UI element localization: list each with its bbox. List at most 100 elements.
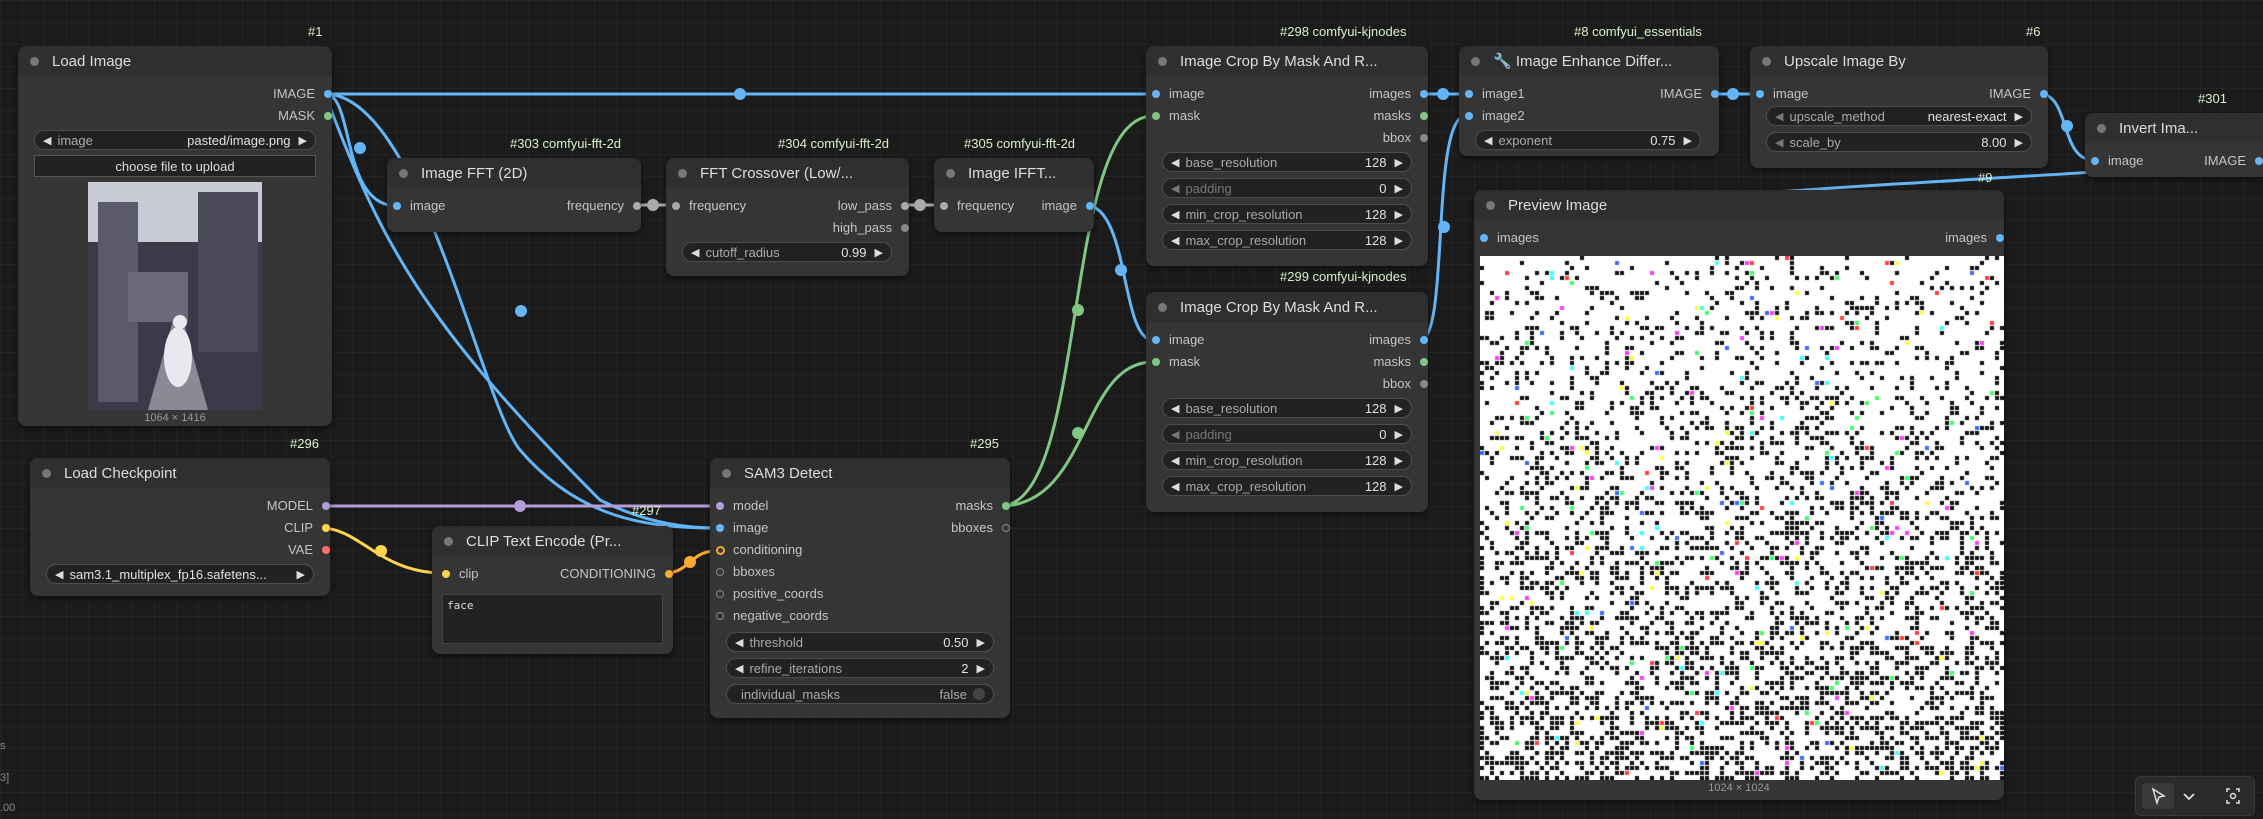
input-pin-icon[interactable] — [1756, 90, 1764, 98]
output-masks[interactable]: masks — [1373, 354, 1428, 369]
cutoff-radius-widget[interactable]: ◀ cutoff_radius 0.99 ▶ — [682, 242, 892, 262]
output-pin-icon[interactable] — [322, 502, 330, 510]
output-pin-icon[interactable] — [2040, 90, 2048, 98]
input-pin-icon[interactable] — [716, 612, 724, 620]
image-fft-node[interactable]: Image FFT (2D) image frequency — [387, 158, 641, 232]
image-ifft-node[interactable]: Image IFFT... frequency image — [934, 158, 1094, 232]
output-masks[interactable]: masks — [1373, 108, 1428, 123]
input-pin-icon[interactable] — [1480, 234, 1488, 242]
output-pin-icon[interactable] — [1420, 336, 1428, 344]
arrow-right-icon[interactable]: ▶ — [875, 246, 883, 259]
input-model[interactable]: model — [716, 498, 768, 513]
output-image[interactable]: IMAGE — [1989, 86, 2048, 101]
output-pin-icon[interactable] — [1420, 112, 1428, 120]
refine-iterations-widget[interactable]: ◀ refine_iterations 2 ▶ — [726, 658, 994, 678]
input-image[interactable]: image — [1152, 86, 1204, 101]
output-pin-icon[interactable] — [324, 112, 332, 120]
output-image[interactable]: image — [1042, 198, 1094, 213]
input-frequency[interactable]: frequency — [940, 198, 1014, 213]
output-pin-icon[interactable] — [1002, 502, 1010, 510]
input-pin-icon[interactable] — [716, 568, 724, 576]
arrow-left-icon[interactable]: ◀ — [691, 246, 699, 259]
output-pin-icon[interactable] — [1086, 202, 1094, 210]
arrow-right-icon[interactable]: ▶ — [299, 134, 307, 147]
toggle-off-icon[interactable] — [973, 688, 985, 700]
arrow-left-icon[interactable]: ◀ — [55, 568, 63, 581]
node-title[interactable]: 🔧 Image Enhance Differ... — [1459, 46, 1719, 76]
output-bbox[interactable]: bbox — [1383, 130, 1428, 145]
input-mask[interactable]: mask — [1152, 354, 1200, 369]
crop-by-mask-node-299[interactable]: Image Crop By Mask And R... image mask i… — [1146, 292, 1428, 512]
input-image1[interactable]: image1 — [1465, 86, 1525, 101]
arrow-left-icon[interactable]: ◀ — [1775, 136, 1783, 149]
node-title[interactable]: SAM3 Detect — [710, 458, 1010, 488]
arrow-left-icon[interactable]: ◀ — [735, 662, 743, 675]
input-image[interactable]: image — [393, 198, 445, 213]
arrow-left-icon[interactable]: ◀ — [1171, 234, 1179, 247]
output-images[interactable]: images — [1369, 332, 1428, 347]
preview-image-node[interactable]: Preview Image images images 1024 × 1024 — [1474, 190, 2004, 800]
input-pin-icon[interactable] — [1465, 90, 1473, 98]
output-vae[interactable]: VAE — [288, 542, 330, 557]
arrow-right-icon[interactable]: ▶ — [1395, 428, 1403, 441]
collapse-dot-icon[interactable] — [1158, 302, 1167, 312]
tool-menu-chevron[interactable] — [2178, 783, 2200, 809]
max-crop-resolution-widget[interactable]: ◀ max_crop_resolution 128 ▶ — [1162, 230, 1412, 250]
input-image[interactable]: image — [716, 520, 768, 535]
node-title[interactable]: Upscale Image By — [1750, 46, 2048, 76]
choose-file-button[interactable]: choose file to upload — [34, 155, 316, 177]
max-crop-resolution-widget[interactable]: ◀ max_crop_resolution 128 ▶ — [1162, 476, 1412, 496]
min-crop-resolution-widget[interactable]: ◀ min_crop_resolution 128 ▶ — [1162, 450, 1412, 470]
load-image-node[interactable]: Load Image IMAGE MASK ◀ image pasted/ima… — [18, 46, 332, 426]
node-title[interactable]: Image Crop By Mask And R... — [1146, 46, 1428, 76]
sam3-detect-node[interactable]: SAM3 Detect model image conditioning bbo… — [710, 458, 1010, 718]
clip-text-encode-node[interactable]: CLIP Text Encode (Pr... clip CONDITIONIN… — [432, 526, 673, 654]
input-image[interactable]: image — [1756, 86, 1808, 101]
input-mask[interactable]: mask — [1152, 108, 1200, 123]
load-checkpoint-node[interactable]: Load Checkpoint MODEL CLIP VAE ◀ sam3.1_… — [30, 458, 330, 596]
node-title[interactable]: FFT Crossover (Low/... — [666, 158, 909, 188]
input-pin-icon[interactable] — [1152, 90, 1160, 98]
image-combo-widget[interactable]: ◀ image pasted/image.png ▶ — [34, 130, 316, 150]
scale-by-widget[interactable]: ◀ scale_by 8.00 ▶ — [1766, 132, 2032, 152]
output-image[interactable]: IMAGE — [1660, 86, 1719, 101]
input-clip[interactable]: clip — [442, 566, 479, 581]
output-pin-icon[interactable] — [1420, 134, 1428, 142]
output-model[interactable]: MODEL — [267, 498, 330, 513]
input-image[interactable]: image — [2091, 153, 2143, 168]
input-pin-icon[interactable] — [940, 202, 948, 210]
arrow-left-icon[interactable]: ◀ — [1171, 454, 1179, 467]
output-pin-icon[interactable] — [324, 90, 332, 98]
arrow-right-icon[interactable]: ▶ — [1395, 234, 1403, 247]
input-images[interactable]: images — [1480, 230, 1539, 245]
collapse-dot-icon[interactable] — [946, 168, 955, 178]
arrow-left-icon[interactable]: ◀ — [1171, 402, 1179, 415]
output-pin-icon[interactable] — [1711, 90, 1719, 98]
arrow-left-icon[interactable]: ◀ — [1484, 134, 1492, 147]
input-pin-icon[interactable] — [2091, 157, 2099, 165]
arrow-right-icon[interactable]: ▶ — [1395, 402, 1403, 415]
base-resolution-widget[interactable]: ◀ base_resolution 128 ▶ — [1162, 152, 1412, 172]
input-pin-icon[interactable] — [716, 590, 724, 598]
invert-image-node[interactable]: Invert Ima... image IMAGE — [2085, 113, 2263, 177]
output-pin-icon[interactable] — [1420, 380, 1428, 388]
arrow-left-icon[interactable]: ◀ — [1171, 182, 1179, 195]
fft-crossover-node[interactable]: FFT Crossover (Low/... frequency low_pas… — [666, 158, 909, 276]
arrow-right-icon[interactable]: ▶ — [1395, 454, 1403, 467]
node-title[interactable]: Image Crop By Mask And R... — [1146, 292, 1428, 322]
arrow-right-icon[interactable]: ▶ — [2015, 136, 2023, 149]
node-title[interactable]: CLIP Text Encode (Pr... — [432, 526, 673, 556]
arrow-left-icon[interactable]: ◀ — [1171, 428, 1179, 441]
input-pin-icon[interactable] — [1152, 336, 1160, 344]
arrow-right-icon[interactable]: ▶ — [977, 636, 985, 649]
output-bbox[interactable]: bbox — [1383, 376, 1428, 391]
node-title[interactable]: Preview Image — [1474, 190, 2004, 220]
arrow-right-icon[interactable]: ▶ — [1395, 480, 1403, 493]
output-pin-icon[interactable] — [1996, 234, 2004, 242]
collapse-dot-icon[interactable] — [399, 168, 408, 178]
input-image[interactable]: image — [1152, 332, 1204, 347]
crop-by-mask-node-298[interactable]: Image Crop By Mask And R... image mask i… — [1146, 46, 1428, 266]
collapse-dot-icon[interactable] — [1486, 200, 1495, 210]
output-pin-icon[interactable] — [1002, 524, 1010, 532]
output-image[interactable]: IMAGE — [273, 86, 332, 101]
